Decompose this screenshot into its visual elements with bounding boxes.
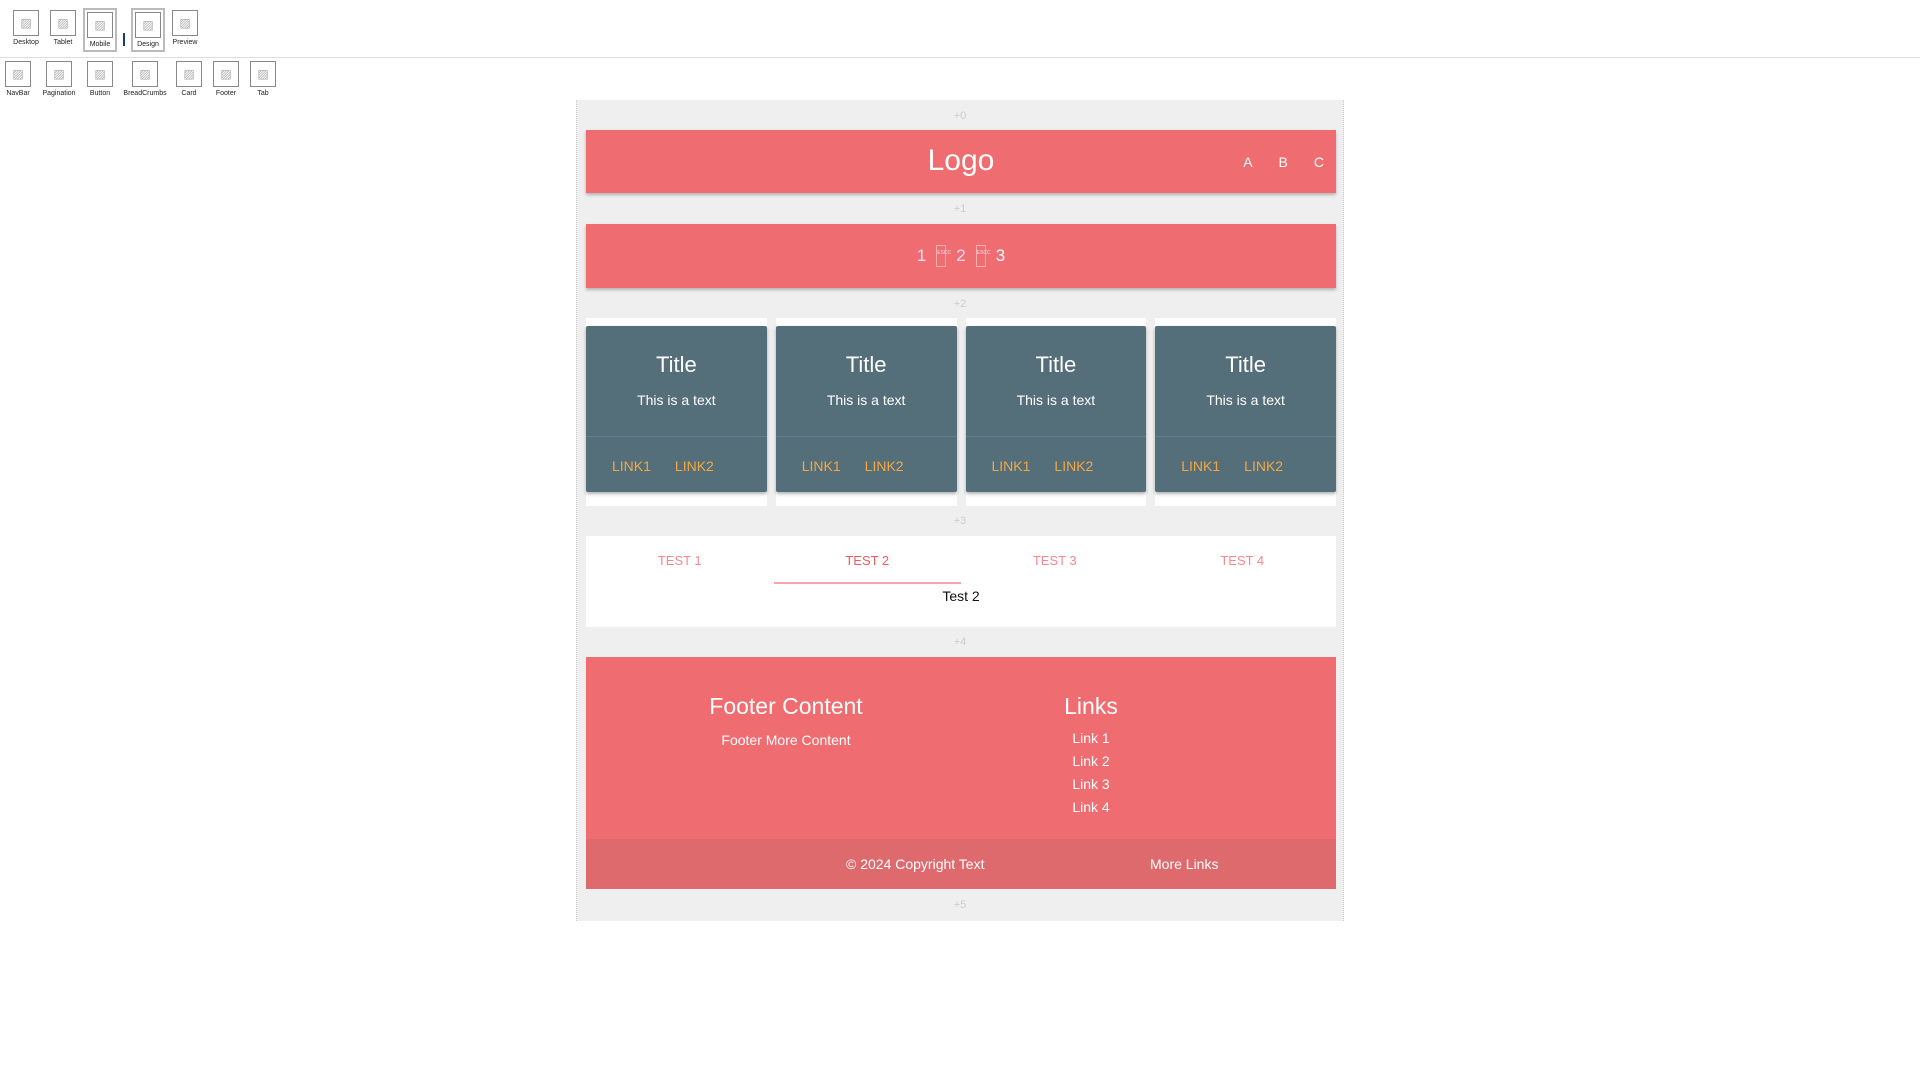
breadcrumbs-component[interactable]: ▨ BreadCrumbs	[120, 61, 170, 97]
footer-links-heading: Links	[1064, 693, 1118, 719]
preview-mode-button[interactable]: ▨ Preview	[168, 10, 202, 46]
card-divider	[965, 436, 1147, 437]
card-divider	[1155, 436, 1336, 437]
footer-link-4[interactable]: Link 4	[986, 799, 1196, 822]
separator-icon: ESCC	[975, 245, 991, 267]
drop-marker[interactable]: +2	[577, 298, 1343, 310]
card-link2[interactable]: LINK2	[1244, 458, 1283, 474]
tab-content: Test 2	[942, 588, 980, 604]
card[interactable]: Title This is a text LINK1 LINK2	[586, 326, 767, 492]
drop-marker[interactable]: +1	[577, 203, 1343, 215]
drop-marker[interactable]: +5	[577, 899, 1343, 911]
desktop-view-button[interactable]: ▨ Desktop	[9, 10, 43, 46]
card[interactable]: Title This is a text LINK1 LINK2	[775, 326, 957, 492]
drop-marker[interactable]: +4	[577, 636, 1343, 648]
tab-test-4[interactable]: TEST 4	[1149, 536, 1337, 584]
footer-bottom-bar: © 2024 Copyright Text More Links	[586, 839, 1336, 889]
card-text: This is a text	[1206, 392, 1285, 408]
separator-icon: ESCC	[936, 245, 951, 267]
mobile-view-button[interactable]: ▨ Mobile	[83, 8, 117, 52]
tab-test-2[interactable]: TEST 2	[773, 536, 962, 584]
pagination-component[interactable]: ▨ Pagination	[38, 61, 80, 97]
footer-link-2[interactable]: Link 2	[986, 753, 1196, 776]
tablet-view-button[interactable]: ▨ Tablet	[46, 10, 80, 46]
card-link2[interactable]: LINK2	[675, 458, 714, 474]
navbar-component[interactable]: ▨ NavBar	[1, 61, 35, 97]
footer-heading: Footer Content	[709, 693, 863, 719]
page-3[interactable]: 3	[996, 246, 1005, 266]
toolbar-divider	[123, 33, 125, 46]
design-mode-button[interactable]: ▨ Design	[131, 8, 165, 52]
footer-text: Footer More Content	[721, 732, 851, 748]
footer-link-3[interactable]: Link 3	[986, 776, 1196, 799]
card-link1[interactable]: LINK1	[992, 458, 1031, 474]
toolbar-separator	[0, 57, 1920, 58]
card-title: Title	[845, 352, 887, 377]
image-icon: ▨	[132, 61, 158, 87]
card-text: This is a text	[637, 392, 716, 408]
footer[interactable]: Footer Content Footer More Content Links…	[586, 657, 1336, 889]
button-component[interactable]: ▨ Button	[83, 61, 117, 97]
drop-marker[interactable]: +0	[577, 110, 1343, 122]
page-1[interactable]: 1	[917, 246, 926, 266]
card-text: This is a text	[1016, 392, 1096, 408]
card-link2[interactable]: LINK2	[865, 458, 904, 474]
drop-marker[interactable]: +3	[577, 515, 1343, 527]
design-canvas[interactable]: +0 Logo A B C +1 1 ESCC 2 ESCC 3 +2 Titl…	[576, 100, 1344, 921]
card-divider	[586, 436, 767, 437]
image-icon: ▨	[87, 12, 113, 38]
more-links[interactable]: More Links	[1150, 856, 1218, 872]
card-title: Title	[1225, 352, 1266, 377]
card-link2[interactable]: LINK2	[1054, 458, 1093, 474]
tab-test-1[interactable]: TEST 1	[586, 536, 774, 584]
tab-test-3[interactable]: TEST 3	[961, 536, 1149, 584]
image-icon: ▨	[5, 61, 31, 87]
nav-link-c[interactable]: C	[1314, 154, 1324, 170]
image-icon: ▨	[176, 61, 202, 87]
navbar-logo[interactable]: Logo	[586, 144, 1336, 178]
page-2[interactable]: 2	[956, 246, 965, 266]
footer-link-1[interactable]: Link 1	[986, 730, 1196, 753]
card-divider	[775, 436, 957, 437]
card-title: Title	[1035, 352, 1077, 377]
card-row: Title This is a text LINK1 LINK2 Title This …	[586, 318, 1336, 506]
copyright-text: © 2024 Copyright Text	[846, 856, 985, 872]
pagination[interactable]: 1 ESCC 2 ESCC 3	[586, 224, 1336, 288]
image-icon: ▨	[213, 61, 239, 87]
image-icon: ▨	[172, 10, 198, 36]
tabs: TEST 1 TEST 2 TEST 3 TEST 4 Test 2	[586, 536, 1336, 627]
image-icon: ▨	[46, 61, 72, 87]
card-link1[interactable]: LINK1	[1181, 458, 1220, 474]
tab-component[interactable]: ▨ Tab	[246, 61, 280, 97]
image-icon: ▨	[50, 10, 76, 36]
card-link1[interactable]: LINK1	[612, 458, 651, 474]
card-text: This is a text	[826, 392, 906, 408]
card-component[interactable]: ▨ Card	[172, 61, 206, 97]
footer-component[interactable]: ▨ Footer	[209, 61, 243, 97]
nav-link-b[interactable]: B	[1279, 154, 1288, 170]
image-icon: ▨	[13, 10, 39, 36]
image-icon: ▨	[87, 61, 113, 87]
nav-link-a[interactable]: A	[1243, 154, 1252, 170]
image-icon: ▨	[250, 61, 276, 87]
card[interactable]: Title This is a text LINK1 LINK2	[1155, 326, 1336, 492]
navbar[interactable]: Logo A B C	[586, 130, 1336, 193]
image-icon: ▨	[135, 12, 161, 38]
card-title: Title	[656, 352, 697, 377]
card[interactable]: Title This is a text LINK1 LINK2	[965, 326, 1147, 492]
card-link1[interactable]: LINK1	[802, 458, 841, 474]
